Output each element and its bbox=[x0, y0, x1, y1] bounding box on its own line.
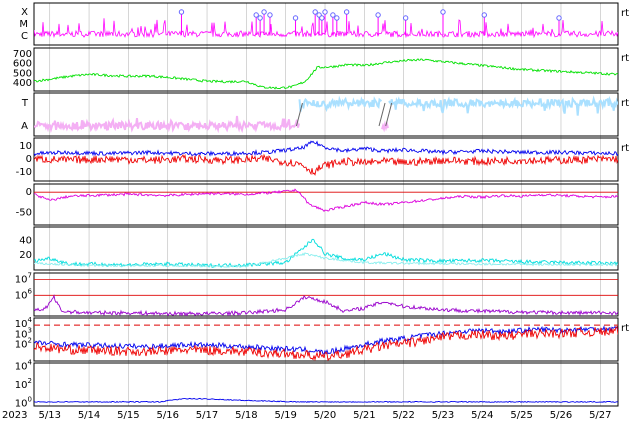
right-label-imf-bz: rt bbox=[621, 143, 629, 154]
right-label-solar-wind-speed: rt bbox=[621, 53, 629, 64]
panel-frame-dst bbox=[33, 183, 619, 226]
panel-imf-bz bbox=[33, 137, 619, 182]
x-tick-5-16: 5/16 bbox=[156, 410, 178, 421]
y-tick-imf-bz-2: -10 bbox=[16, 167, 32, 178]
y-tick-solar-wind-speed-3: 400 bbox=[13, 78, 32, 89]
sector-segment-0 bbox=[34, 115, 300, 134]
flare-event-marker-12 bbox=[343, 9, 350, 15]
y-label-flare-class-0: X bbox=[21, 7, 28, 18]
flare-event-marker-11 bbox=[334, 15, 340, 21]
panel-frame-imf-sector bbox=[33, 92, 619, 137]
flare-event-marker-6 bbox=[312, 9, 318, 15]
x-tick-5-23: 5/23 bbox=[432, 410, 454, 421]
grid-lines bbox=[49, 3, 601, 406]
panel-dst bbox=[33, 183, 619, 226]
flare-event-marker-5 bbox=[292, 15, 299, 21]
series-imf-bz-0 bbox=[34, 140, 618, 157]
y-tick-proton-flux-2: 102 bbox=[15, 337, 32, 351]
flare-event-marker-16 bbox=[481, 12, 487, 18]
series-proton-flux-1 bbox=[34, 326, 618, 361]
panel-electron-flux bbox=[33, 272, 619, 317]
flare-event-marker-4 bbox=[267, 12, 273, 18]
panel-frame-proton-flux bbox=[33, 317, 619, 362]
panel-imf-sector bbox=[33, 92, 619, 137]
flare-event-marker-15 bbox=[440, 9, 446, 15]
y-tick-kp-like-0: 40 bbox=[19, 235, 32, 246]
x-tick-5-14: 5/14 bbox=[78, 410, 100, 421]
panel-high-energy-proton bbox=[33, 362, 619, 407]
sector-switch-1 bbox=[378, 102, 386, 127]
flare-event-marker-10 bbox=[330, 12, 336, 18]
y-label-flare-class-1: M bbox=[19, 19, 28, 30]
y-tick-dst-1: -50 bbox=[16, 208, 32, 219]
flare-event-marker-0 bbox=[178, 9, 185, 15]
flare-event-marker-1 bbox=[253, 12, 259, 18]
y-tick-dst-0: 0 bbox=[26, 187, 32, 198]
panel-solar-wind-speed bbox=[33, 47, 619, 92]
right-label-flare-class: rt bbox=[621, 8, 629, 19]
x-tick-5-15: 5/15 bbox=[117, 410, 139, 421]
sector-segment-3 bbox=[388, 95, 618, 116]
x-tick-5-21: 5/21 bbox=[353, 410, 375, 421]
sector-segment-2 bbox=[381, 120, 389, 133]
series-kp-like-0 bbox=[34, 238, 618, 268]
flare-event-marker-9 bbox=[322, 9, 328, 15]
series-electron-flux-0 bbox=[34, 294, 618, 316]
y-tick-imf-bz-1: 0 bbox=[26, 154, 32, 165]
x-tick-5-18: 5/18 bbox=[235, 410, 257, 421]
y-label-imf-sector-0: T bbox=[21, 98, 29, 109]
flare-event-marker-17 bbox=[556, 15, 562, 21]
y-tick-high-energy-proton-1: 102 bbox=[15, 377, 32, 391]
y-tick-kp-like-1: 20 bbox=[19, 250, 32, 261]
flare-event-marker-3 bbox=[261, 9, 267, 15]
y-tick-electron-flux-0: 107 bbox=[15, 271, 32, 285]
x-tick-5-24: 5/24 bbox=[471, 410, 493, 421]
panel-proton-flux bbox=[33, 317, 619, 362]
right-label-imf-sector: rt bbox=[621, 98, 629, 109]
flare-event-marker-2 bbox=[257, 15, 263, 21]
series-high-energy-proton-0 bbox=[34, 397, 618, 403]
x-tick-5-25: 5/25 bbox=[510, 410, 532, 421]
y-tick-imf-bz-0: 10 bbox=[19, 141, 32, 152]
panel-frame-flare-class bbox=[33, 2, 619, 46]
y-label-flare-class-2: C bbox=[21, 31, 28, 42]
sector-segment-1 bbox=[298, 95, 383, 113]
y-tick-high-energy-proton-0: 104 bbox=[15, 359, 33, 373]
series-flare-xray bbox=[34, 18, 618, 39]
x-tick-5-22: 5/22 bbox=[392, 410, 414, 421]
x-tick-5-19: 5/19 bbox=[274, 410, 296, 421]
x-tick-5-26: 5/26 bbox=[550, 410, 572, 421]
flare-event-marker-14 bbox=[402, 15, 409, 21]
x-tick-5-20: 5/20 bbox=[314, 410, 336, 421]
flare-event-marker-8 bbox=[319, 15, 325, 21]
series-imf-bz-1 bbox=[34, 153, 618, 176]
right-label-proton-flux: rt bbox=[621, 323, 629, 334]
x-tick-5-27: 5/27 bbox=[589, 410, 611, 421]
x-year-label: 2023 bbox=[2, 410, 27, 421]
x-tick-5-13: 5/13 bbox=[38, 410, 60, 421]
y-label-imf-sector-1: A bbox=[21, 121, 28, 132]
series-solar-wind-speed-0 bbox=[34, 58, 618, 90]
panel-flare-class bbox=[33, 2, 619, 46]
flare-event-marker-13 bbox=[375, 12, 381, 18]
panel-frame-kp-like bbox=[33, 226, 619, 271]
x-tick-5-17: 5/17 bbox=[196, 410, 218, 421]
panel-kp-like bbox=[33, 226, 619, 271]
panel-frame-high-energy-proton bbox=[33, 362, 619, 407]
y-tick-electron-flux-1: 106 bbox=[15, 287, 33, 301]
y-tick-high-energy-proton-2: 100 bbox=[15, 395, 32, 409]
space-weather-chart: XMCrt700600500400rtTArt100-10rt0-5040201… bbox=[2, 2, 629, 421]
sector-switch-2 bbox=[385, 102, 393, 127]
